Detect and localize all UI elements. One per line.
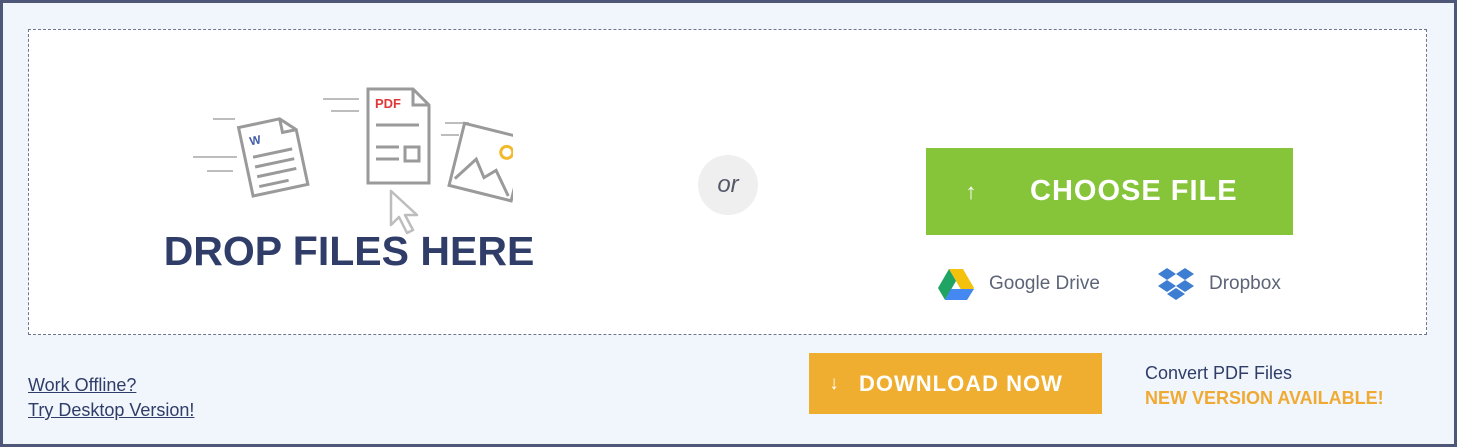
down-arrow-icon: ↓ <box>829 372 839 394</box>
dropbox-button[interactable]: Dropbox <box>1157 264 1281 304</box>
promo-highlight: NEW VERSION AVAILABLE! <box>1145 388 1384 408</box>
or-separator: or <box>698 155 758 215</box>
drop-zone[interactable]: W PDF DROP FILES HERE or ↑ CHOOSE FILE G… <box>28 29 1427 335</box>
word-document-icon: W <box>236 117 310 198</box>
work-offline-link[interactable]: Work Offline? <box>28 373 194 398</box>
dropbox-label: Dropbox <box>1209 273 1281 294</box>
new-version-promo: Convert PDF Files NEW VERSION AVAILABLE! <box>1145 361 1384 411</box>
google-drive-label: Google Drive <box>989 273 1100 294</box>
converter-widget: W PDF DROP FILES HERE or ↑ CHOOSE FILE G… <box>0 0 1457 447</box>
desktop-version-link[interactable]: Try Desktop Version! <box>28 398 194 423</box>
google-drive-icon <box>938 269 974 300</box>
pdf-document-icon: PDF <box>366 87 431 185</box>
download-now-label: DOWNLOAD NOW <box>859 370 1063 396</box>
up-arrow-icon: ↑ <box>965 178 977 204</box>
offline-links: Work Offline? Try Desktop Version! <box>28 373 194 423</box>
google-drive-button[interactable]: Google Drive <box>937 264 1100 304</box>
svg-text:PDF: PDF <box>375 96 401 111</box>
file-types-illustration: W PDF <box>193 87 513 235</box>
choose-file-label: CHOOSE FILE <box>1030 175 1238 207</box>
download-now-button[interactable]: ↓ DOWNLOAD NOW <box>809 353 1102 414</box>
drop-files-title: DROP FILES HERE <box>163 228 535 274</box>
choose-file-button[interactable]: ↑ CHOOSE FILE <box>926 148 1293 235</box>
promo-subtitle: Convert PDF Files <box>1145 363 1293 383</box>
cursor-arrow-icon <box>389 189 419 235</box>
dropbox-icon <box>1158 268 1194 300</box>
